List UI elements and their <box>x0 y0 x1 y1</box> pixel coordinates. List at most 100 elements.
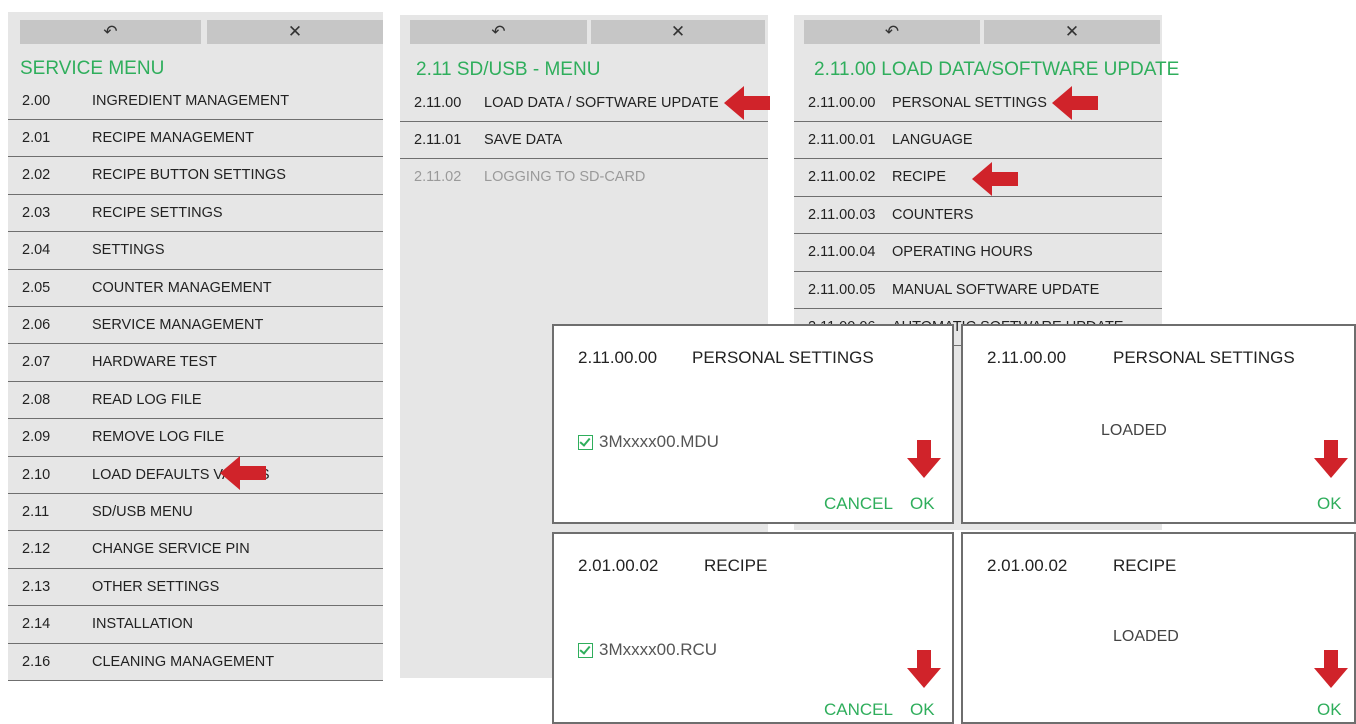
list-item[interactable]: 2.11.00.01 LANGUAGE <box>794 121 1162 160</box>
dialog-code: 2.11.00.00 <box>578 348 658 367</box>
list-item[interactable]: 2.11.00.05 MANUAL SOFTWARE UPDATE <box>794 271 1162 309</box>
red-arrow-down-icon <box>907 650 941 688</box>
list-item[interactable]: 2.14 INSTALLATION <box>8 606 383 644</box>
dialog-title: PERSONAL SETTINGS <box>692 348 874 367</box>
list-item[interactable]: 2.12 CHANGE SERVICE PIN <box>8 531 383 569</box>
list-item[interactable]: 2.11 SD/USB MENU <box>8 493 383 532</box>
item-label: COUNTER MANAGEMENT <box>92 279 272 296</box>
list-item[interactable]: 2.00 INGREDIENT MANAGEMENT <box>8 82 383 120</box>
status-text: LOADED <box>1101 422 1167 439</box>
item-number: 2.11.00 <box>414 94 462 111</box>
item-label: LOAD DATA / SOFTWARE UPDATE <box>484 94 719 111</box>
back-button[interactable]: ↶ <box>20 20 201 44</box>
item-number: 2.09 <box>22 429 51 446</box>
red-arrow-left-icon <box>724 86 770 120</box>
cancel-button[interactable]: CANCEL <box>824 494 893 514</box>
item-label: REMOVE LOG FILE <box>92 429 225 446</box>
item-number: 2.11.01 <box>414 131 462 148</box>
item-number: 2.11.00.01 <box>808 131 876 148</box>
item-label: INGREDIENT MANAGEMENT <box>92 92 290 109</box>
list-item[interactable]: 2.11.00.00 PERSONAL SETTINGS <box>794 84 1162 122</box>
ok-button[interactable]: OK <box>910 700 935 720</box>
item-number: 2.05 <box>22 279 51 296</box>
item-number: 2.11.00.03 <box>808 206 876 223</box>
item-label: LANGUAGE <box>892 131 973 148</box>
item-number: 2.06 <box>22 316 51 333</box>
list-item[interactable]: 2.05 COUNTER MANAGEMENT <box>8 269 383 307</box>
item-number: 2.12 <box>22 541 51 558</box>
item-number: 2.11.02 <box>414 169 462 186</box>
checkbox-icon <box>578 642 593 658</box>
list-item[interactable]: 2.11.00.03 COUNTERS <box>794 196 1162 235</box>
list-item[interactable]: 2.06 SERVICE MANAGEMENT <box>8 306 383 345</box>
item-number: 2.11.00.02 <box>808 169 876 186</box>
list-item[interactable]: 2.09 REMOVE LOG FILE <box>8 419 383 457</box>
item-number: 2.11.00.04 <box>808 244 876 261</box>
item-number: 2.02 <box>22 167 51 184</box>
back-button[interactable]: ↶ <box>410 20 587 44</box>
red-arrow-down-icon <box>1314 440 1348 478</box>
item-number: 2.01 <box>22 129 51 146</box>
dialog-code: 2.01.00.02 <box>987 556 1068 575</box>
close-button[interactable]: ✕ <box>201 20 383 44</box>
list-item[interactable]: 2.07 HARDWARE TEST <box>8 344 383 382</box>
sdusb-menu-toolbar: ↶ ✕ <box>400 20 768 44</box>
list-item[interactable]: 2.01 RECIPE MANAGEMENT <box>8 119 383 158</box>
item-number: 2.11 <box>22 503 50 520</box>
item-label: SERVICE MANAGEMENT <box>92 316 264 333</box>
list-item[interactable]: 2.16 CLEANING MANAGEMENT <box>8 643 383 681</box>
list-item[interactable]: 2.11.01 SAVE DATA <box>400 121 768 160</box>
list-item[interactable]: 2.11.02 LOGGING TO SD-CARD <box>400 159 768 196</box>
item-label: RECIPE MANAGEMENT <box>92 129 254 146</box>
list-item[interactable]: 2.10 LOAD DEFAULTS VALUES <box>8 456 383 494</box>
list-item[interactable]: 2.02 RECIPE BUTTON SETTINGS <box>8 157 383 195</box>
ok-button[interactable]: OK <box>1317 700 1342 720</box>
page-title: 2.11 SD/USB - MENU <box>416 59 601 80</box>
cancel-button[interactable]: CANCEL <box>824 700 893 720</box>
personal-settings-loaded-dialog: 2.11.00.00 PERSONAL SETTINGS LOADED OK <box>961 324 1356 524</box>
item-label: MANUAL SOFTWARE UPDATE <box>892 281 1100 298</box>
list-item[interactable]: 2.08 READ LOG FILE <box>8 381 383 420</box>
item-label: OPERATING HOURS <box>892 244 1033 261</box>
file-option[interactable]: 3Mxxxx00.MDU <box>578 432 719 452</box>
list-item[interactable]: 2.03 RECIPE SETTINGS <box>8 194 383 233</box>
item-label: LOGGING TO SD-CARD <box>484 169 646 186</box>
item-number: 2.16 <box>22 653 51 670</box>
item-number: 2.11.00.05 <box>808 281 876 298</box>
item-number: 2.14 <box>22 616 51 633</box>
item-number: 2.04 <box>22 242 51 259</box>
load-data-toolbar: ↶ ✕ <box>794 20 1162 44</box>
close-button[interactable]: ✕ <box>591 20 765 44</box>
red-arrow-left-icon <box>972 162 1018 196</box>
back-icon: ↶ <box>103 22 118 41</box>
list-item[interactable]: 2.13 OTHER SETTINGS <box>8 568 383 607</box>
item-number: 2.00 <box>22 92 51 109</box>
ok-button[interactable]: OK <box>1317 494 1342 514</box>
list-item[interactable]: 2.11.00 LOAD DATA / SOFTWARE UPDATE <box>400 84 768 122</box>
item-label: READ LOG FILE <box>92 391 202 408</box>
dialog-title: RECIPE <box>1113 556 1177 575</box>
close-icon: ✕ <box>287 22 303 41</box>
item-label: SD/USB MENU <box>92 503 193 520</box>
personal-settings-select-dialog: 2.11.00.00 PERSONAL SETTINGS 3Mxxxx00.MD… <box>552 324 954 524</box>
item-label: RECIPE SETTINGS <box>92 204 223 221</box>
recipe-loaded-dialog: 2.01.00.02 RECIPE LOADED OK <box>961 532 1356 724</box>
item-number: 2.13 <box>22 578 51 595</box>
list-item[interactable]: 2.11.00.04 OPERATING HOURS <box>794 234 1162 272</box>
back-icon: ↶ <box>491 22 506 41</box>
close-button[interactable]: ✕ <box>984 20 1160 44</box>
list-item[interactable]: 2.04 SETTINGS <box>8 232 383 270</box>
red-arrow-down-icon <box>907 440 941 478</box>
red-arrow-left-icon <box>220 456 266 490</box>
item-number: 2.10 <box>22 466 51 483</box>
item-label: SAVE DATA <box>484 131 563 148</box>
page-title: SERVICE MENU <box>20 58 165 79</box>
file-name: 3Mxxxx00.RCU <box>599 640 718 659</box>
service-menu-toolbar: ↶ ✕ <box>8 20 383 44</box>
item-number: 2.11.00.00 <box>808 94 876 111</box>
ok-button[interactable]: OK <box>910 494 935 514</box>
back-button[interactable]: ↶ <box>804 20 980 44</box>
file-name: 3Mxxxx00.MDU <box>599 432 719 451</box>
file-option[interactable]: 3Mxxxx00.RCU <box>578 640 717 660</box>
checkbox-icon <box>578 434 593 450</box>
